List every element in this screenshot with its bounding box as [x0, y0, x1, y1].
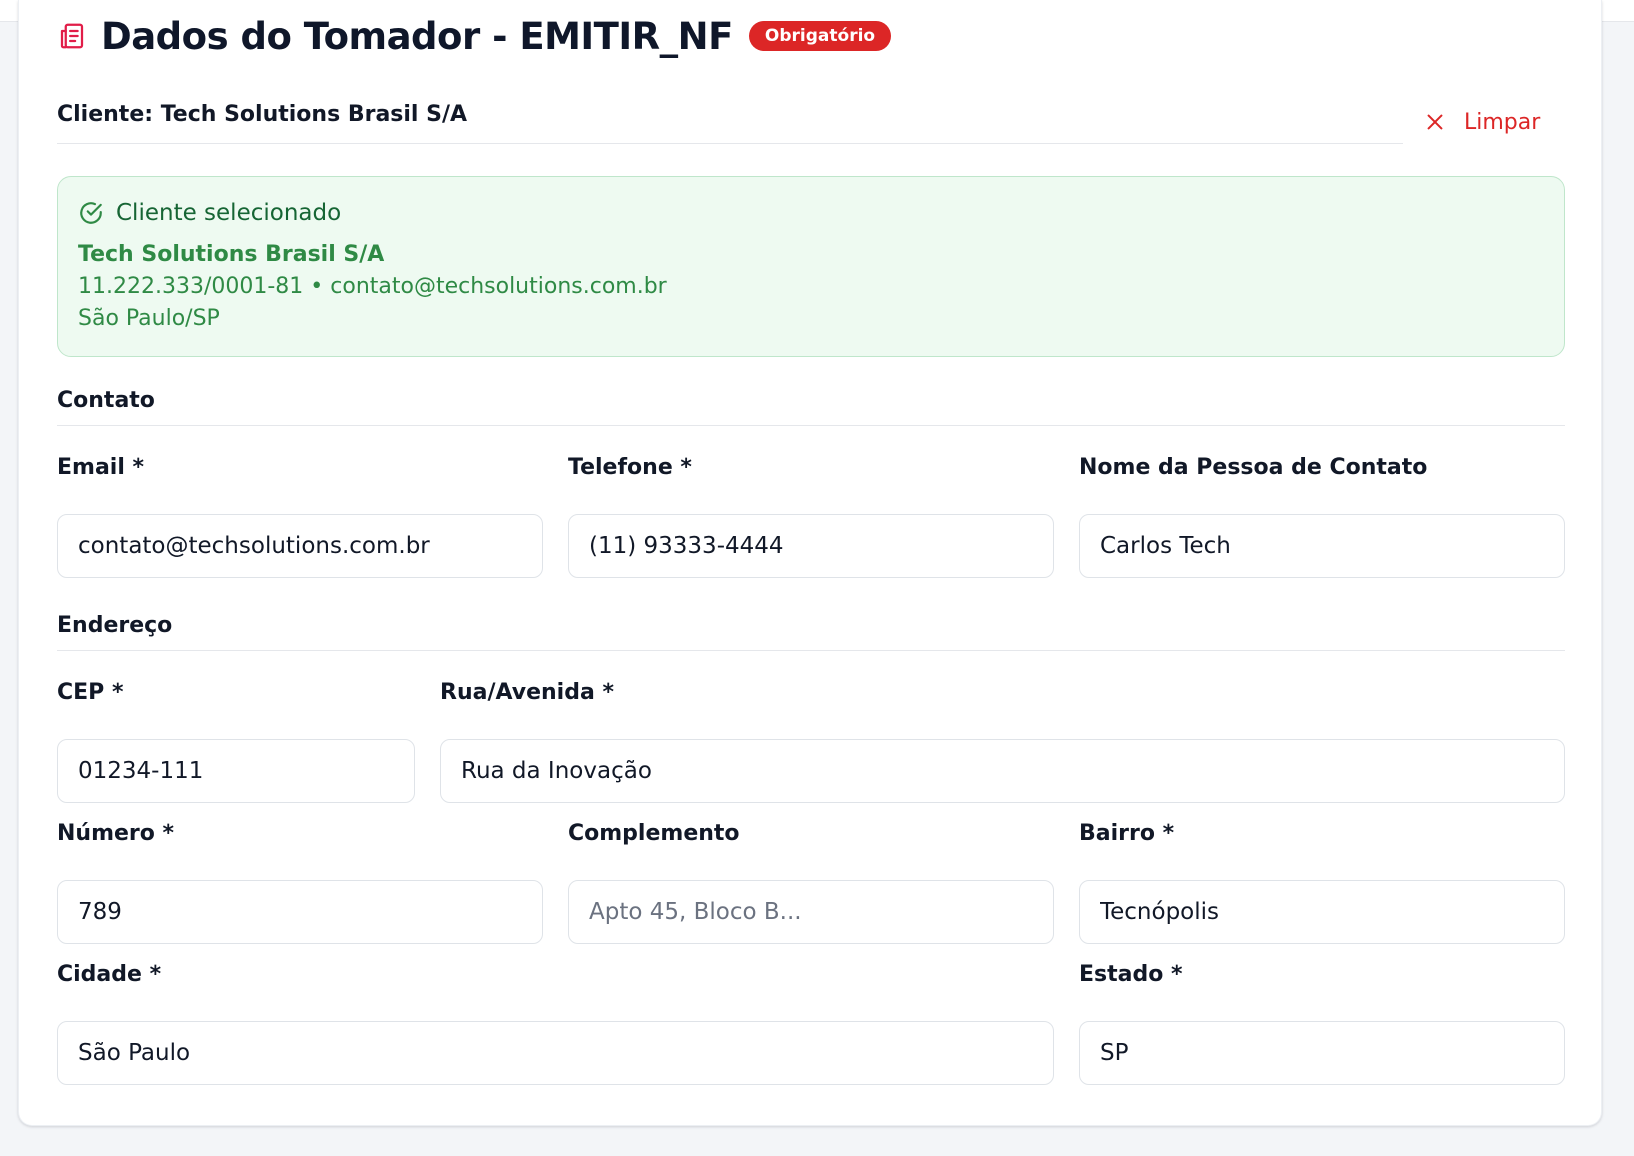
address-section-title: Endereço — [57, 601, 1565, 651]
contact-person-field[interactable] — [1079, 514, 1565, 578]
receipt-icon — [57, 21, 87, 51]
street-field[interactable] — [440, 739, 1565, 803]
contact-section-title: Contato — [57, 376, 1565, 426]
complement-field[interactable] — [568, 880, 1054, 944]
client-selector[interactable]: Cliente: Tech Solutions Brasil S/A — [57, 98, 1403, 144]
selected-heading-text: Cliente selecionado — [116, 200, 342, 226]
phone-label: Telefone * — [568, 455, 692, 480]
number-field[interactable] — [57, 880, 543, 944]
selected-heading: Cliente selecionado — [78, 195, 1544, 231]
city-field[interactable] — [57, 1021, 1054, 1085]
tomador-card: Dados do Tomador - EMITIR_NF Obrigatório… — [18, 0, 1602, 1126]
state-label: Estado * — [1079, 962, 1183, 987]
phone-field[interactable] — [568, 514, 1054, 578]
contact-person-label: Nome da Pessoa de Contato — [1079, 455, 1428, 480]
close-icon — [1424, 111, 1446, 133]
district-label: Bairro * — [1079, 821, 1175, 846]
street-label: Rua/Avenida * — [440, 680, 614, 705]
check-circle-icon — [78, 200, 104, 226]
cep-label: CEP * — [57, 680, 124, 705]
selected-client-details: 11.222.333/0001-81 • contato@techsolutio… — [78, 274, 667, 299]
client-label: Cliente: Tech Solutions Brasil S/A — [57, 102, 468, 127]
selected-client-location: São Paulo/SP — [78, 306, 220, 331]
page-title: Dados do Tomador - EMITIR_NF — [101, 14, 733, 58]
city-label: Cidade * — [57, 962, 162, 987]
email-label: Email * — [57, 455, 145, 480]
email-field[interactable] — [57, 514, 543, 578]
clear-button[interactable]: Limpar — [1424, 104, 1540, 140]
state-field[interactable] — [1079, 1021, 1565, 1085]
card-header: Dados do Tomador - EMITIR_NF Obrigatório — [57, 14, 892, 58]
selected-client-panel: Cliente selecionado Tech Solutions Brasi… — [57, 176, 1565, 357]
district-field[interactable] — [1079, 880, 1565, 944]
clear-label: Limpar — [1464, 109, 1541, 135]
complement-label: Complemento — [568, 821, 740, 846]
cep-field[interactable] — [57, 739, 415, 803]
selected-client-name: Tech Solutions Brasil S/A — [78, 242, 385, 267]
number-label: Número * — [57, 821, 175, 846]
required-badge: Obrigatório — [748, 21, 892, 51]
